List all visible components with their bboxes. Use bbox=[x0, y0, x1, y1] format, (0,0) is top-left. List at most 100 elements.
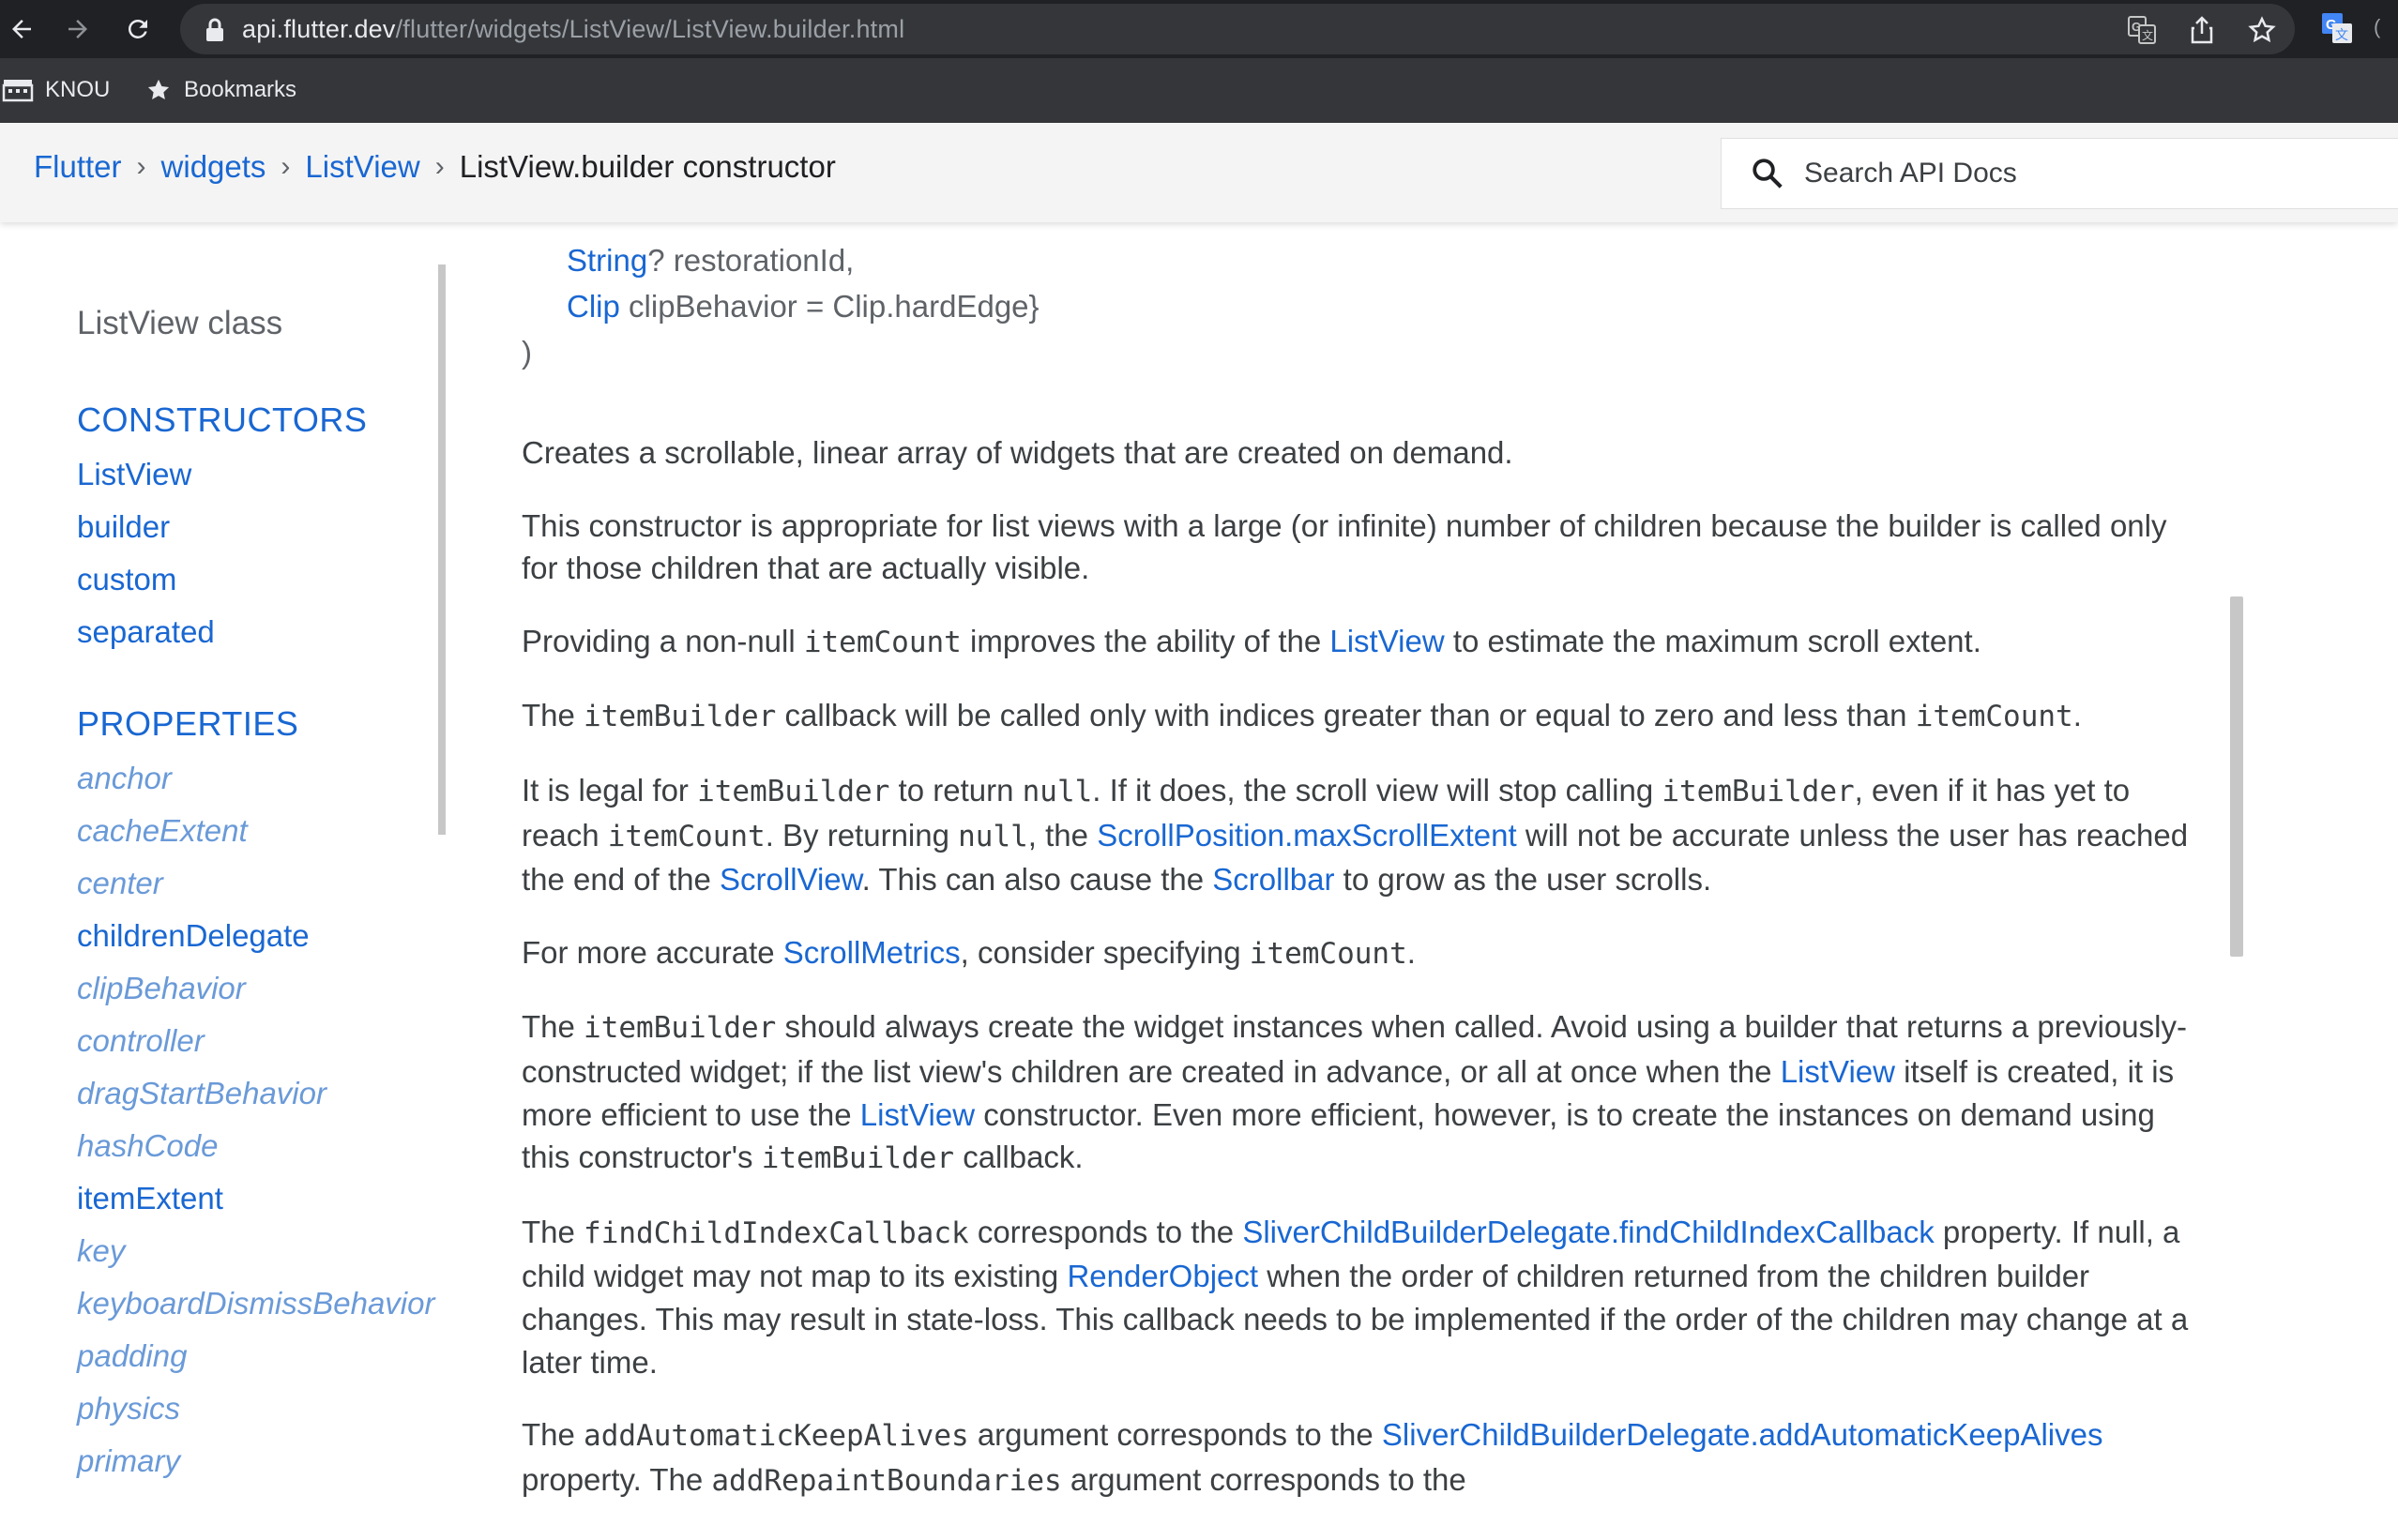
text: Providing a non-null bbox=[522, 623, 804, 658]
extension-overflow-icon[interactable]: ( bbox=[2374, 15, 2380, 39]
breadcrumb: Flutter › widgets › ListView › ListView.… bbox=[34, 149, 836, 185]
constructor-signature: String? restorationId, Clip clipBehavior… bbox=[522, 237, 1040, 375]
code-identifier: findChildIndexCallback bbox=[584, 1215, 969, 1250]
link-scrollposition-maxscrollextent[interactable]: ScrollPosition.maxScrollExtent bbox=[1097, 818, 1517, 853]
bookmark-folder-label: Bookmarks bbox=[184, 77, 297, 102]
lock-icon[interactable] bbox=[201, 16, 229, 44]
property-center[interactable]: center bbox=[77, 866, 163, 901]
page-scrollbar[interactable] bbox=[2230, 596, 2243, 957]
link-findchildindexcallback[interactable]: SliverChildBuilderDelegate.findChildInde… bbox=[1242, 1215, 1934, 1249]
code-identifier: itemCount bbox=[1915, 700, 2073, 734]
code-identifier: itemBuilder bbox=[1662, 774, 1855, 808]
main-content: String? restorationId, Clip clipBehavior… bbox=[522, 222, 2201, 1540]
bookmark-knou[interactable]: KNOU bbox=[2, 77, 110, 103]
search-icon bbox=[1753, 159, 1783, 189]
code-identifier: null bbox=[958, 819, 1028, 853]
code-identifier: itemBuilder bbox=[584, 1011, 777, 1046]
code-identifier: itemBuilder bbox=[761, 1141, 955, 1176]
search-box[interactable] bbox=[1721, 138, 2398, 209]
property-keyboarddismissbehavior[interactable]: keyboardDismissBehavior bbox=[77, 1286, 434, 1321]
code-identifier: itemCount bbox=[607, 819, 766, 853]
property-itemextent[interactable]: itemExtent bbox=[77, 1181, 223, 1216]
text: . By returning bbox=[765, 817, 959, 853]
properties-heading[interactable]: PROPERTIES bbox=[77, 704, 298, 744]
constructors-heading[interactable]: CONSTRUCTORS bbox=[77, 400, 367, 440]
link-scrollview[interactable]: ScrollView bbox=[720, 862, 862, 897]
address-bar[interactable]: api.flutter.dev/flutter/widgets/ListView… bbox=[180, 4, 2295, 54]
text: It is legal for bbox=[522, 772, 698, 808]
breadcrumb-widgets[interactable]: widgets bbox=[161, 149, 266, 185]
paragraph: Creates a scrollable, linear array of wi… bbox=[522, 435, 1513, 470]
link-scrollmetrics[interactable]: ScrollMetrics bbox=[783, 935, 961, 970]
paragraph: The findChildIndexCallback corresponds t… bbox=[522, 1211, 2201, 1383]
property-key[interactable]: key bbox=[77, 1233, 125, 1269]
sidebar: ListView class CONSTRUCTORS ListView bui… bbox=[0, 222, 446, 1540]
paragraph: The addAutomaticKeepAlives argument corr… bbox=[522, 1413, 2201, 1502]
translate-icon[interactable]: G文 bbox=[2128, 16, 2156, 44]
google-translate-extension-icon[interactable]: G文 bbox=[2321, 12, 2353, 44]
link-renderobject[interactable]: RenderObject bbox=[1067, 1259, 1258, 1293]
text: The bbox=[522, 1009, 584, 1045]
code-identifier: itemBuilder bbox=[697, 774, 890, 808]
back-arrow-icon[interactable] bbox=[0, 8, 43, 51]
url-text[interactable]: api.flutter.dev/flutter/widgets/ListView… bbox=[242, 15, 904, 44]
bookmark-star-icon[interactable] bbox=[2248, 16, 2276, 44]
breadcrumb-current: ListView.builder constructor bbox=[459, 149, 836, 184]
sidebar-title: ListView class bbox=[77, 305, 283, 341]
forward-arrow-icon[interactable] bbox=[56, 8, 99, 51]
link-listview[interactable]: ListView bbox=[1781, 1054, 1895, 1089]
search-input[interactable] bbox=[1793, 150, 2378, 197]
text: . bbox=[1406, 934, 1416, 970]
star-icon bbox=[147, 79, 170, 100]
constructor-custom[interactable]: custom bbox=[77, 562, 176, 597]
share-icon[interactable] bbox=[2188, 16, 2216, 44]
code-identifier: itemCount bbox=[803, 625, 962, 659]
code-identifier: itemBuilder bbox=[584, 700, 777, 734]
property-cacheextent[interactable]: cacheExtent bbox=[77, 813, 248, 849]
text: For more accurate bbox=[522, 934, 783, 970]
page-header: Flutter › widgets › ListView › ListView.… bbox=[0, 123, 2398, 222]
property-hashcode[interactable]: hashCode bbox=[77, 1128, 218, 1164]
signature-line: ) bbox=[522, 335, 532, 370]
property-primary[interactable]: primary bbox=[77, 1443, 180, 1479]
property-dragstartbehavior[interactable]: dragStartBehavior bbox=[77, 1076, 326, 1111]
reload-icon[interactable] bbox=[116, 8, 159, 51]
signature-line: String? restorationId, bbox=[522, 237, 1040, 283]
property-physics[interactable]: physics bbox=[77, 1391, 180, 1427]
url-host: api.flutter.dev bbox=[242, 15, 396, 43]
code-identifier: addAutomaticKeepAlives bbox=[584, 1419, 969, 1454]
code-identifier: null bbox=[1022, 774, 1093, 808]
constructor-separated[interactable]: separated bbox=[77, 614, 215, 650]
link-listview[interactable]: ListView bbox=[1329, 624, 1444, 658]
paragraph: The itemBuilder should always create the… bbox=[522, 1005, 2201, 1180]
description: Creates a scrollable, linear array of wi… bbox=[522, 431, 2201, 1532]
text: corresponds to the bbox=[968, 1214, 1243, 1249]
constructor-builder[interactable]: builder bbox=[77, 509, 170, 545]
paragraph: This constructor is appropriate for list… bbox=[522, 507, 2167, 586]
text: . bbox=[2072, 698, 2082, 733]
text: to estimate the maximum scroll extent. bbox=[1444, 623, 1981, 658]
building-icon bbox=[2, 80, 34, 102]
text: callback. bbox=[954, 1140, 1084, 1175]
property-padding[interactable]: padding bbox=[77, 1338, 187, 1374]
chevron-right-icon: › bbox=[281, 151, 291, 182]
type-link-string[interactable]: String bbox=[567, 243, 647, 278]
breadcrumb-flutter[interactable]: Flutter bbox=[34, 149, 122, 185]
type-link-clip[interactable]: Clip bbox=[567, 289, 620, 324]
property-anchor[interactable]: anchor bbox=[77, 761, 172, 796]
link-addautomatickeepalives[interactable]: SliverChildBuilderDelegate.addAutomaticK… bbox=[1382, 1417, 2103, 1452]
chevron-right-icon: › bbox=[434, 151, 445, 182]
signature-text: clipBehavior = Clip.hardEdge} bbox=[619, 289, 1040, 324]
text: . If it does, the scroll view will stop … bbox=[1092, 772, 1662, 808]
property-clipbehavior[interactable]: clipBehavior bbox=[77, 971, 246, 1006]
property-controller[interactable]: controller bbox=[77, 1023, 205, 1059]
link-listview[interactable]: ListView bbox=[860, 1097, 975, 1132]
link-scrollbar[interactable]: Scrollbar bbox=[1212, 862, 1334, 897]
bookmark-folder[interactable]: Bookmarks bbox=[144, 77, 296, 103]
constructor-listview[interactable]: ListView bbox=[77, 457, 191, 492]
breadcrumb-listview[interactable]: ListView bbox=[305, 149, 419, 185]
property-childrendelegate[interactable]: childrenDelegate bbox=[77, 918, 310, 954]
text: The bbox=[522, 1417, 584, 1453]
svg-text:文: 文 bbox=[2142, 28, 2153, 42]
sidebar-scrollbar[interactable] bbox=[438, 264, 446, 835]
